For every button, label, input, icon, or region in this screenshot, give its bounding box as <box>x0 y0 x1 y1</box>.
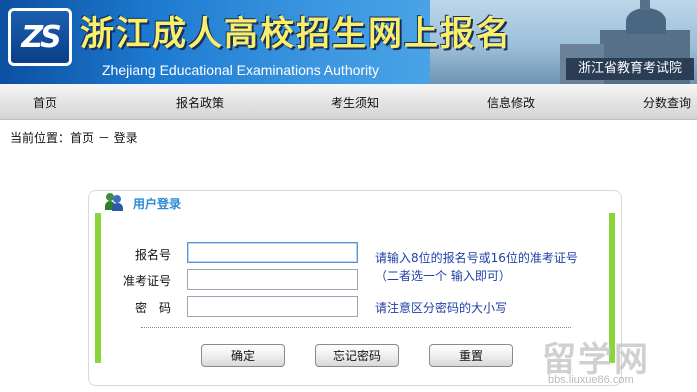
reg-number-label: 报名号 <box>135 248 172 262</box>
reset-button[interactable]: 重置 <box>429 344 513 367</box>
watermark: 留学网 bbs.liuxue86.com <box>538 332 697 392</box>
login-title: 用户登录 <box>133 197 182 211</box>
password-hint: 请注意区分密码的大小写 <box>375 301 508 315</box>
header-banner: ZS 浙江成人高校招生网上报名 Zhejiang Educational Exa… <box>0 0 697 84</box>
watermark-url: bbs.liuxue86.com <box>548 374 634 386</box>
authority-label: 浙江省教育考试院 <box>566 58 694 80</box>
building-dome <box>626 8 666 34</box>
password-label: 密 码 <box>135 301 172 315</box>
reg-number-hint: 请输入8位的报名号或16位的准考证号 <box>375 251 578 265</box>
exam-ticket-input[interactable] <box>187 269 358 290</box>
nav-policy[interactable]: 报名政策 <box>176 94 224 111</box>
main-nav: 首页 报名政策 考生须知 信息修改 分数查询 <box>0 84 697 120</box>
login-panel-header: 用户登录 <box>89 191 621 213</box>
divider <box>141 327 571 328</box>
logo[interactable]: ZS <box>8 8 72 66</box>
site-subtitle: Zhejiang Educational Examinations Author… <box>102 62 380 78</box>
reg-number-input[interactable] <box>187 242 358 263</box>
password-input[interactable] <box>187 296 358 317</box>
building-spire <box>640 0 650 10</box>
forgot-password-button[interactable]: 忘记密码 <box>315 344 399 367</box>
breadcrumb: 当前位置：首页 － 登录 <box>10 131 138 145</box>
site-title: 浙江成人高校招生网上报名 <box>80 14 512 54</box>
nav-edit-info[interactable]: 信息修改 <box>487 94 535 111</box>
left-accent-bar <box>95 213 101 363</box>
nav-notice[interactable]: 考生须知 <box>331 94 379 111</box>
logo-mark: ZS <box>21 19 61 55</box>
users-icon <box>105 193 123 211</box>
exam-ticket-hint: （二者选一个 输入即可） <box>375 269 511 283</box>
confirm-button[interactable]: 确定 <box>201 344 285 367</box>
nav-home[interactable]: 首页 <box>33 94 57 111</box>
nav-score-query[interactable]: 分数查询 <box>643 94 691 111</box>
exam-ticket-label: 准考证号 <box>123 274 172 288</box>
